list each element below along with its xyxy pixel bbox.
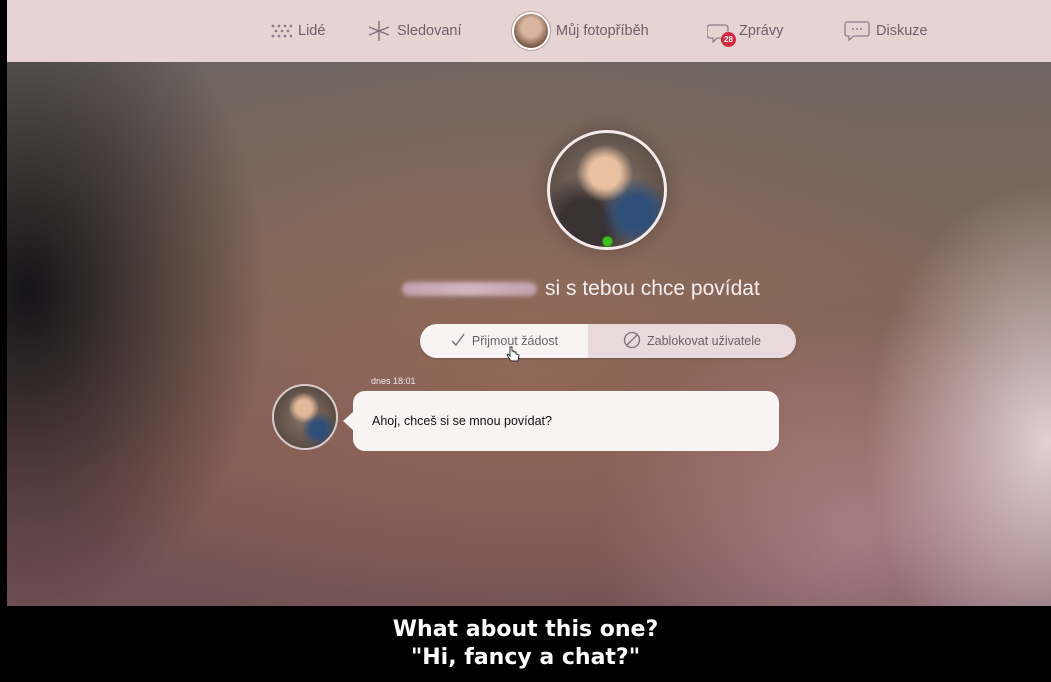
- nav-label: Lidé: [298, 23, 326, 39]
- people-grid-icon: [270, 23, 292, 39]
- sender-avatar[interactable]: [272, 384, 338, 450]
- nav-label: Zprávy: [739, 23, 784, 39]
- checkmark-icon: [450, 333, 466, 350]
- unread-badge: 28: [721, 32, 736, 47]
- nav-item-diskuze[interactable]: Diskuze: [844, 0, 928, 62]
- accept-request-button[interactable]: Přijmout žádost: [420, 324, 588, 358]
- nav-label: Sledovaní: [397, 23, 462, 39]
- online-status-indicator: [602, 236, 613, 247]
- block-icon: [623, 331, 641, 352]
- chat-request-heading: si s tebou chce povídat: [402, 274, 760, 304]
- message-timestamp: dnes 18:01: [371, 376, 416, 386]
- block-user-button[interactable]: Zablokovat uživatele: [588, 324, 796, 358]
- block-label: Zablokovat uživatele: [647, 334, 761, 348]
- nav-label: Diskuze: [876, 23, 928, 39]
- nav-item-zpravy[interactable]: 28 Zprávy: [707, 0, 783, 62]
- message-text: Ahoj, chceš si se mnou povídat?: [372, 414, 552, 428]
- message-bubble: Ahoj, chceš si se mnou povídat?: [343, 391, 779, 451]
- discussion-icon: [844, 20, 870, 42]
- video-subtitle: What about this one? "Hi, fancy a chat?": [0, 606, 1051, 682]
- nav-item-fotopribeh[interactable]: Můj fotopříběh: [512, 0, 649, 62]
- hand-cursor-icon: [506, 346, 520, 364]
- nav-item-sledovani[interactable]: Sledovaní: [367, 0, 462, 62]
- request-text: si s tebou chce povídat: [545, 277, 760, 300]
- user-avatar: [512, 12, 550, 50]
- star-icon: [367, 20, 391, 42]
- subtitle-line-1: What about this one?: [392, 617, 659, 642]
- messages-icon: 28: [707, 19, 736, 47]
- top-navigation-bar: Lidé Sledovaní Můj fotopříběh 28 Zprávy: [7, 0, 1051, 62]
- requester-profile-photo[interactable]: [547, 130, 667, 250]
- blurred-username[interactable]: [402, 282, 537, 296]
- nav-item-lide[interactable]: Lidé: [270, 0, 325, 62]
- chat-request-stage: si s tebou chce povídat Přijmout žádost …: [7, 62, 1051, 606]
- nav-menu: Lidé Sledovaní Můj fotopříběh 28 Zprávy: [7, 0, 1051, 62]
- nav-label: Můj fotopříběh: [556, 23, 649, 39]
- request-actions: Přijmout žádost Zablokovat uživatele: [420, 324, 796, 358]
- subtitle-line-2: "Hi, fancy a chat?": [410, 645, 641, 670]
